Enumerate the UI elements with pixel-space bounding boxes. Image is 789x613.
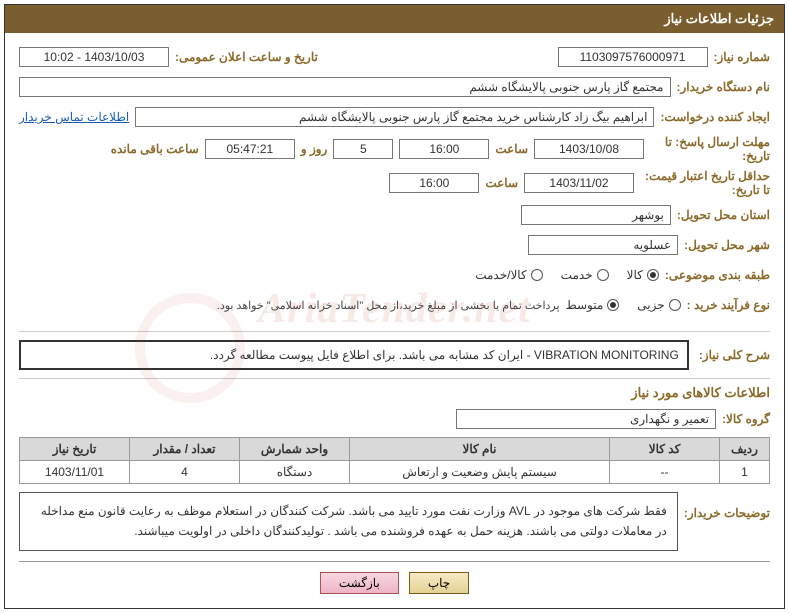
process-option-small: جزیی [637, 298, 664, 312]
goods-table: ردیف کد کالا نام کالا واحد شمارش تعداد /… [19, 437, 770, 484]
deadline-time-value: 16:00 [399, 139, 489, 159]
validity-hour-label: ساعت [485, 176, 518, 190]
validity-time-value: 16:00 [389, 173, 479, 193]
category-radio-goods[interactable] [647, 269, 659, 281]
deadline-date-value: 1403/10/08 [534, 139, 644, 159]
goods-group-label: گروه کالا: [722, 412, 770, 426]
delivery-city-label: شهر محل تحویل: [684, 238, 770, 252]
table-row: 1 -- سیستم پایش وضعیت و ارتعاش دستگاه 4 … [20, 461, 770, 484]
cell-item-code: -- [610, 461, 720, 484]
category-radio-group: کالا خدمت کالا/خدمت [475, 268, 659, 282]
cell-unit: دستگاه [240, 461, 350, 484]
button-bar: چاپ بازگشت [19, 561, 770, 598]
process-radio-group: جزیی متوسط [566, 298, 681, 312]
category-radio-service[interactable] [597, 269, 609, 281]
back-button[interactable]: بازگشت [320, 572, 399, 594]
category-option-both: کالا/خدمت [475, 268, 526, 282]
process-radio-medium[interactable] [607, 299, 619, 311]
cell-row-no: 1 [720, 461, 770, 484]
process-radio-small[interactable] [669, 299, 681, 311]
cell-item-name: سیستم پایش وضعیت و ارتعاش [350, 461, 610, 484]
category-option-service: خدمت [561, 268, 593, 282]
remaining-label: ساعت باقی مانده [111, 142, 199, 156]
delivery-city-value: عسلویه [528, 235, 678, 255]
deadline-hour-label: ساعت [495, 142, 528, 156]
time-remaining-value: 05:47:21 [205, 139, 295, 159]
buyer-org-value: مجتمع گاز پارس جنوبی پالایشگاه ششم [19, 77, 671, 97]
details-panel: جزئیات اطلاعات نیاز AriaTender.net شماره… [4, 4, 785, 609]
cell-qty: 4 [130, 461, 240, 484]
th-qty: تعداد / مقدار [130, 438, 240, 461]
th-row-no: ردیف [720, 438, 770, 461]
days-and-label: روز و [301, 142, 328, 156]
requester-label: ایجاد کننده درخواست: [660, 110, 770, 124]
th-unit: واحد شمارش [240, 438, 350, 461]
th-need-date: تاریخ نیاز [20, 438, 130, 461]
delivery-province-value: بوشهر [521, 205, 671, 225]
process-type-label: نوع فرآیند خرید : [687, 298, 770, 312]
buyer-notes-value: فقط شرکت های موجود در AVL وزارت نفت مورد… [19, 492, 678, 551]
price-validity-label: حداقل تاریخ اعتبار قیمت: تا تاریخ: [640, 169, 770, 197]
delivery-province-label: استان محل تحویل: [677, 208, 770, 222]
response-deadline-label: مهلت ارسال پاسخ: تا تاریخ: [650, 135, 770, 163]
announce-datetime-label: تاریخ و ساعت اعلان عمومی: [175, 50, 318, 64]
category-radio-both[interactable] [531, 269, 543, 281]
panel-content: AriaTender.net شماره نیاز: 1103097576000… [5, 33, 784, 608]
cell-need-date: 1403/11/01 [20, 461, 130, 484]
print-button[interactable]: چاپ [409, 572, 469, 594]
validity-date-value: 1403/11/02 [524, 173, 634, 193]
general-desc-value: VIBRATION MONITORING - ایران کد مشابه می… [19, 340, 689, 370]
announce-datetime-value: 1403/10/03 - 10:02 [19, 47, 169, 67]
buyer-notes-label: توضیحات خریدار: [684, 492, 770, 520]
process-option-medium: متوسط [566, 298, 604, 312]
process-note: پرداخت تمام یا بخشی از مبلغ خرید،از محل … [217, 299, 560, 312]
th-item-name: نام کالا [350, 438, 610, 461]
days-remaining-value: 5 [333, 139, 393, 159]
category-option-goods: کالا [627, 268, 643, 282]
buyer-org-label: نام دستگاه خریدار: [677, 80, 771, 94]
requester-value: ابراهیم بیگ زاد کارشناس خرید مجتمع گاز پ… [135, 107, 654, 127]
th-item-code: کد کالا [610, 438, 720, 461]
need-number-value: 1103097576000971 [558, 47, 708, 67]
category-label: طبقه بندی موضوعی: [665, 268, 770, 282]
goods-section-title: اطلاعات کالاهای مورد نیاز [19, 378, 770, 401]
panel-title: جزئیات اطلاعات نیاز [5, 5, 784, 33]
goods-group-value: تعمیر و نگهداری [456, 409, 716, 429]
table-header-row: ردیف کد کالا نام کالا واحد شمارش تعداد /… [20, 438, 770, 461]
general-desc-label: شرح کلی نیاز: [699, 348, 770, 362]
need-number-label: شماره نیاز: [714, 50, 770, 64]
buyer-contact-link[interactable]: اطلاعات تماس خریدار [19, 110, 129, 124]
